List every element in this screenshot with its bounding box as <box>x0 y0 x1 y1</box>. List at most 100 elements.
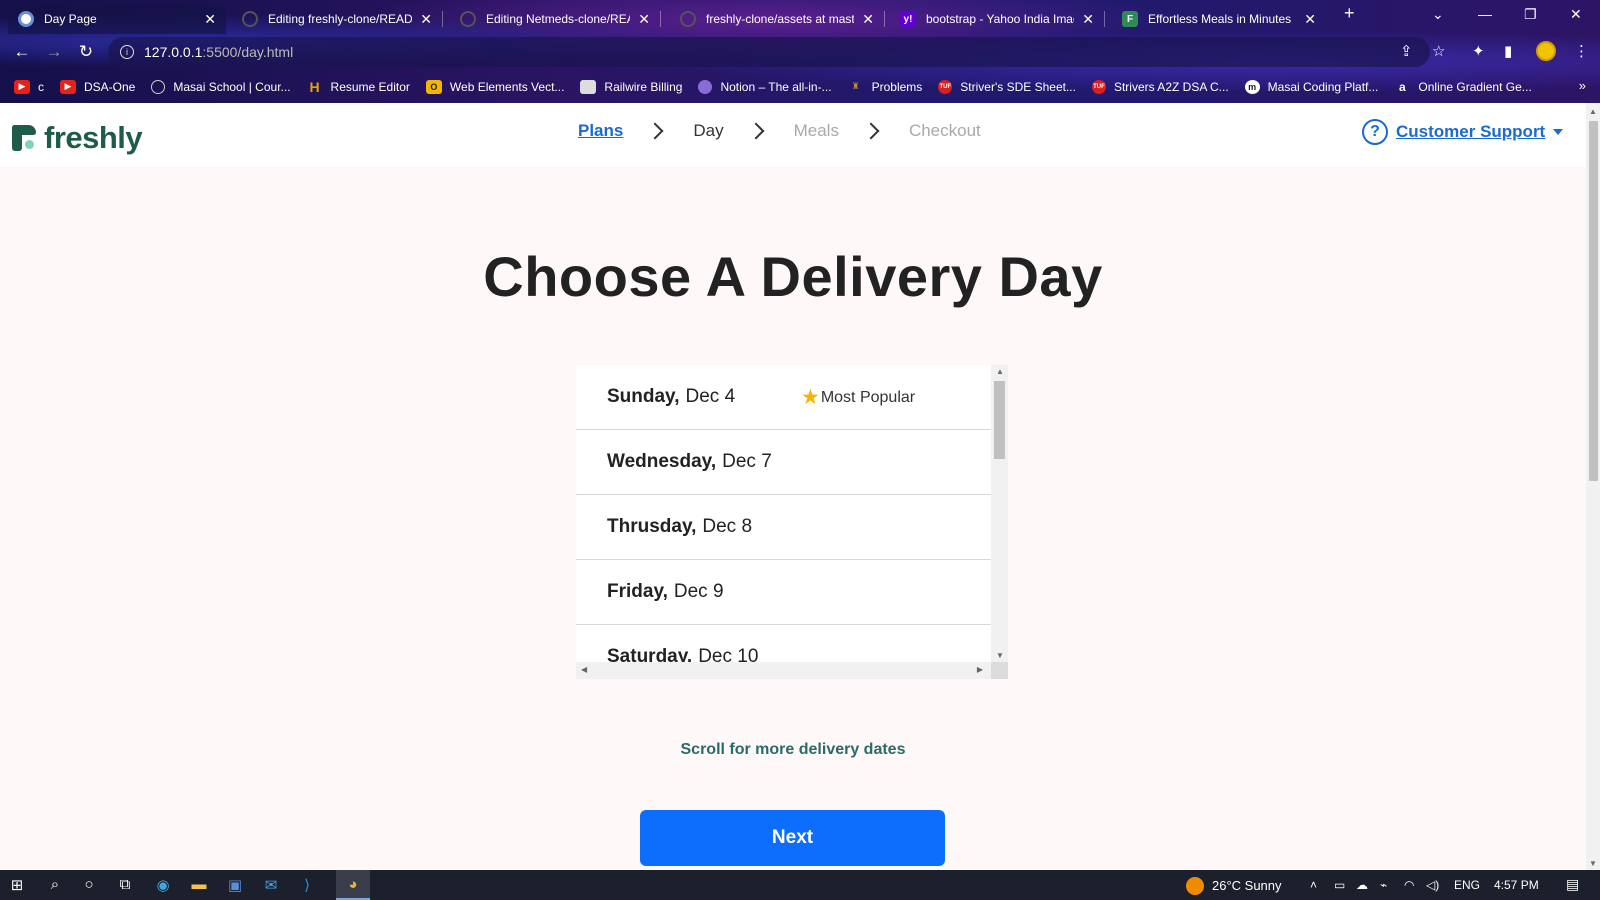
tab-title: Effortless Meals in Minutes <box>1148 12 1292 26</box>
vscode-icon[interactable]: ⟩ <box>296 876 318 894</box>
bookmark-label: Masai School | Cour... <box>173 79 291 94</box>
tab-editing-freshly[interactable]: Editing freshly-clone/READMI ✕ <box>232 4 442 34</box>
bookmark-item[interactable]: ▶ DSA-One <box>60 79 135 94</box>
volume-icon[interactable]: ◁) <box>1426 878 1439 892</box>
minimize-icon[interactable]: — <box>1478 6 1492 22</box>
bookmark-item[interactable]: ▶ c <box>14 79 44 94</box>
scroll-left-arrow-icon[interactable]: ◀ <box>581 665 587 674</box>
scrollbar-corner <box>991 662 1008 679</box>
weather-text[interactable]: 26°C Sunny <box>1212 878 1282 893</box>
close-icon[interactable]: ✕ <box>638 11 650 28</box>
tab-day-page[interactable]: Day Page ✕ <box>8 4 226 34</box>
scroll-down-arrow-icon[interactable]: ▼ <box>1589 859 1597 868</box>
m-icon: m <box>1244 79 1260 94</box>
step-meals: Meals <box>793 121 839 140</box>
info-icon[interactable]: i <box>120 45 134 59</box>
step-plans[interactable]: Plans <box>578 121 623 141</box>
weather-sun-icon <box>1186 877 1204 895</box>
bookmark-item[interactable]: TUF Strivers A2Z DSA C... <box>1091 79 1229 94</box>
bookmark-item[interactable]: m Masai Coding Platf... <box>1244 79 1378 94</box>
address-bar[interactable]: i 127.0.0.1:5500/day.html <box>108 37 1430 67</box>
chevron-right-icon <box>646 122 664 140</box>
scroll-up-arrow-icon[interactable]: ▲ <box>1589 107 1597 116</box>
freshly-logo-icon <box>12 125 36 151</box>
menu-icon[interactable]: ⋮ <box>1574 42 1589 60</box>
next-button[interactable]: Next <box>640 810 945 866</box>
badge-label: Most Popular <box>820 388 916 406</box>
day-date: Dec 9 <box>673 581 724 602</box>
windows-start-icon[interactable]: ⊞ <box>6 876 28 894</box>
side-panel-icon[interactable]: ▮ <box>1504 42 1512 60</box>
bookmark-star-icon[interactable]: ☆ <box>1432 42 1445 60</box>
day-date: Dec 8 <box>702 516 753 537</box>
share-icon[interactable]: ⇪ <box>1400 42 1413 60</box>
delivery-day-list[interactable]: Sunday, Dec 4 ★ Most Popular Wednesday, … <box>576 365 1008 679</box>
new-tab-icon[interactable]: + <box>1344 3 1355 24</box>
freshly-logo[interactable]: freshly <box>12 120 143 156</box>
scroll-right-arrow-icon[interactable]: ▶ <box>977 665 983 674</box>
task-view-icon[interactable]: ⧉ <box>114 876 136 893</box>
day-option-wednesday[interactable]: Wednesday, Dec 7 <box>576 430 991 495</box>
bookmark-item[interactable]: O Web Elements Vect... <box>425 79 564 94</box>
close-icon[interactable]: ✕ <box>862 11 874 28</box>
youtube-icon: ▶ <box>60 79 76 94</box>
bookmark-item[interactable]: Masai School | Cour... <box>151 79 291 94</box>
more-bookmarks-icon[interactable]: » <box>1579 78 1586 93</box>
search-icon[interactable]: ⌕ <box>44 876 66 893</box>
chevron-up-icon[interactable]: ˄ <box>1310 878 1317 892</box>
profile-avatar[interactable] <box>1536 41 1556 61</box>
scrollbar-thumb[interactable] <box>1589 121 1598 481</box>
day-name: Thrusday, <box>607 516 697 537</box>
tab-effortless-meals[interactable]: F Effortless Meals in Minutes ✕ <box>1112 4 1326 34</box>
language-indicator[interactable]: ENG <box>1454 878 1480 892</box>
onedrive-icon[interactable]: ☁ <box>1356 878 1368 892</box>
customer-support-dropdown[interactable]: ? Customer Support <box>1362 119 1564 145</box>
close-icon[interactable]: ✕ <box>1304 11 1316 28</box>
page-vertical-scrollbar[interactable]: ▲ ▼ <box>1586 103 1600 870</box>
bookmark-item[interactable]: Notion – The all-in-... <box>698 79 832 94</box>
chrome-taskbar-button[interactable]: ◕ <box>336 870 370 900</box>
cortana-icon[interactable]: ○ <box>78 876 100 893</box>
wifi-icon[interactable]: ◠ <box>1404 878 1414 892</box>
tab-editing-netmeds[interactable]: Editing Netmeds-clone/READ ✕ <box>450 4 660 34</box>
list-horizontal-scrollbar[interactable]: ◀ ▶ <box>576 662 991 679</box>
edge-icon[interactable]: ◉ <box>152 876 174 894</box>
github-icon <box>680 11 696 27</box>
scroll-down-arrow-icon[interactable]: ▼ <box>996 651 1004 660</box>
bookmark-item[interactable]: TUF Striver's SDE Sheet... <box>938 79 1076 94</box>
bookmark-item[interactable]: Railwire Billing <box>580 79 682 94</box>
tab-title: freshly-clone/assets at maste <box>706 12 855 26</box>
day-option-sunday[interactable]: Sunday, Dec 4 ★ Most Popular <box>576 365 991 430</box>
scrollbar-thumb[interactable] <box>994 381 1005 459</box>
customer-support-link[interactable]: Customer Support <box>1396 122 1545 142</box>
notifications-icon[interactable]: ▤ <box>1566 876 1579 893</box>
bookmark-item[interactable]: H Resume Editor <box>307 79 409 95</box>
bookmark-item[interactable]: ♜ Problems <box>848 80 923 94</box>
clock[interactable]: 4:57 PM <box>1494 878 1539 892</box>
close-window-icon[interactable]: ✕ <box>1570 6 1582 23</box>
tab-yahoo-bootstrap[interactable]: y! bootstrap - Yahoo India Imag ✕ <box>890 4 1104 34</box>
tab-strip: Day Page ✕ Editing freshly-clone/READMI … <box>0 0 1600 34</box>
day-option-friday[interactable]: Friday, Dec 9 <box>576 560 991 625</box>
tab-freshly-assets[interactable]: freshly-clone/assets at maste ✕ <box>670 4 884 34</box>
battery-icon[interactable]: ▭ <box>1334 878 1345 892</box>
scroll-up-arrow-icon[interactable]: ▲ <box>996 367 1004 376</box>
usb-icon[interactable]: ⌁ <box>1380 878 1387 892</box>
close-icon[interactable]: ✕ <box>420 11 432 28</box>
restore-icon[interactable]: ❐ <box>1524 6 1537 23</box>
file-explorer-icon[interactable]: ▬ <box>188 876 210 893</box>
windows-taskbar: ⊞ ⌕ ○ ⧉ ◉ ▬ ▣ ✉ ⟩ ◕ 26°C Sunny ˄ ▭ ☁ ⌁ ◠… <box>0 870 1600 900</box>
forward-icon[interactable]: → <box>44 42 64 62</box>
tab-title: bootstrap - Yahoo India Imag <box>926 12 1075 26</box>
tab-search-icon[interactable]: ⌄ <box>1432 6 1444 23</box>
bookmark-item[interactable]: a Online Gradient Ge... <box>1394 80 1532 94</box>
reload-icon[interactable]: ↻ <box>76 42 96 62</box>
close-icon[interactable]: ✕ <box>1082 11 1094 28</box>
mail-icon[interactable]: ✉ <box>260 876 282 894</box>
close-icon[interactable]: ✕ <box>204 11 216 28</box>
back-icon[interactable]: ← <box>12 42 32 62</box>
list-vertical-scrollbar[interactable]: ▲ ▼ <box>991 365 1008 662</box>
day-option-thursday[interactable]: Thrusday, Dec 8 <box>576 495 991 560</box>
extensions-icon[interactable]: ✦ <box>1472 42 1485 60</box>
store-icon[interactable]: ▣ <box>224 876 246 894</box>
